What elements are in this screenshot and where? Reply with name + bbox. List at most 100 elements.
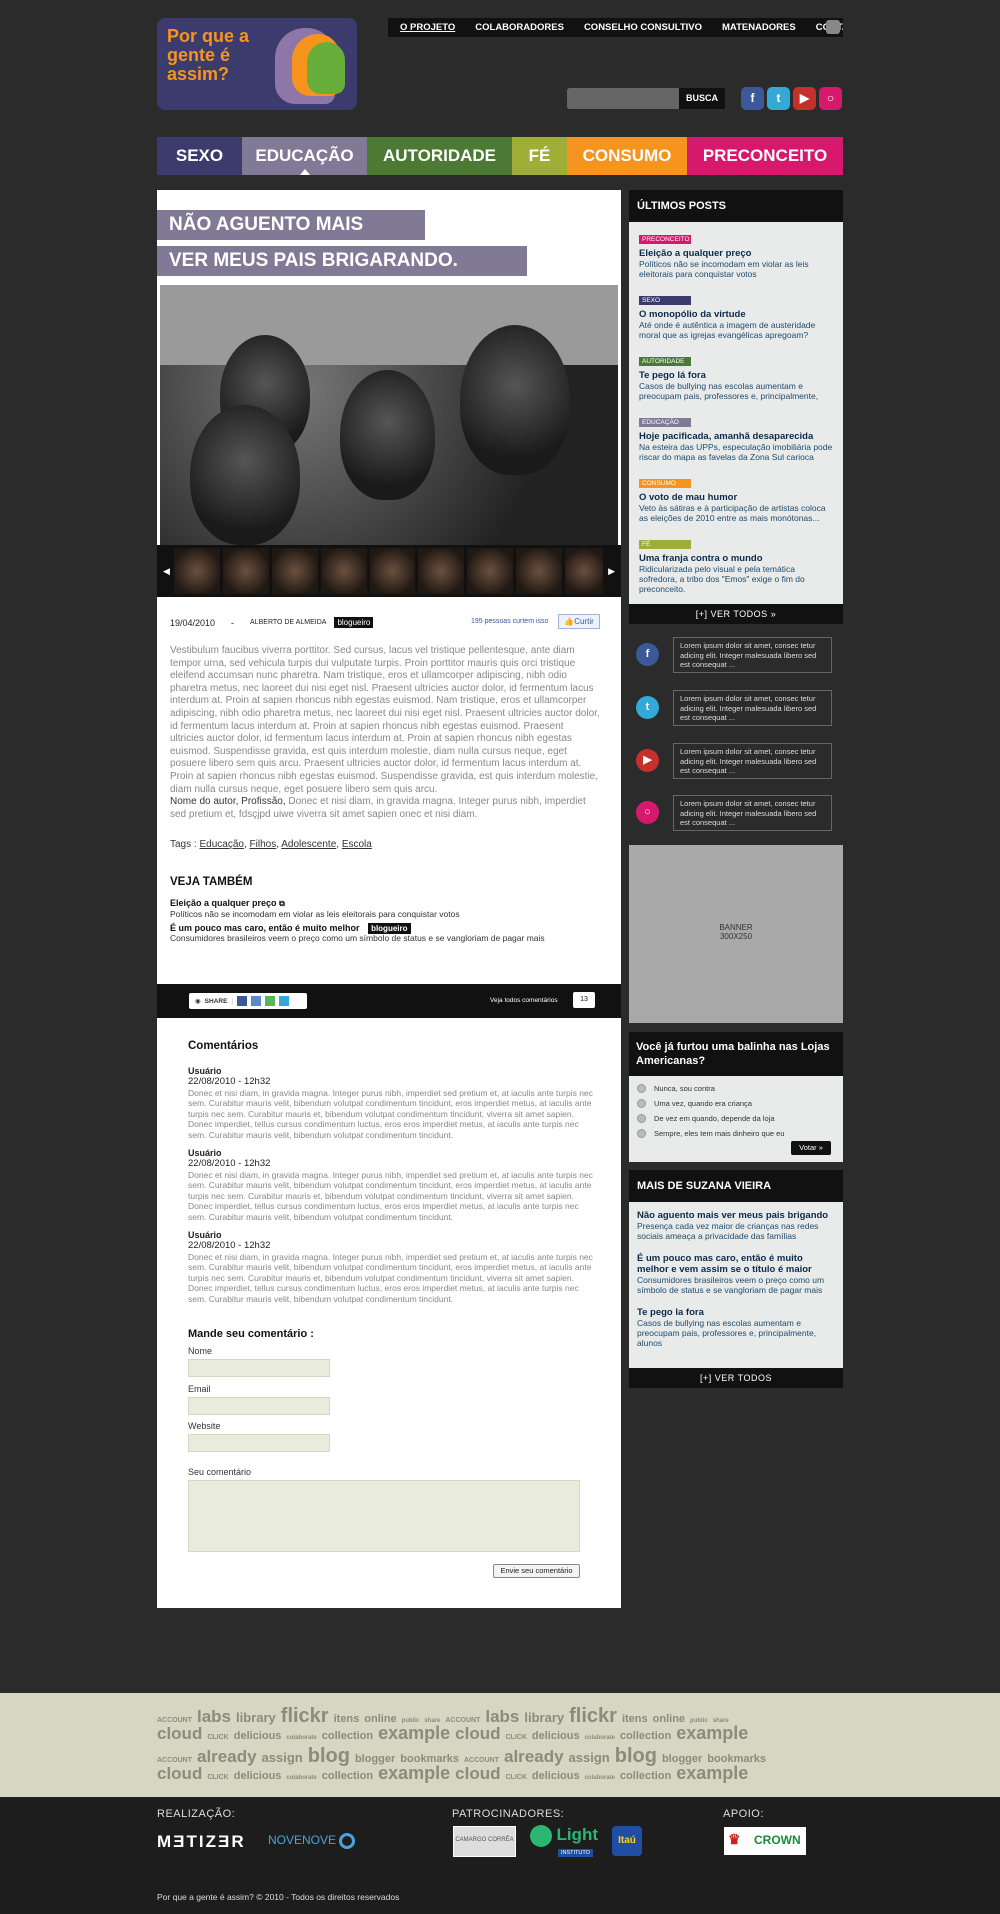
- cloud-tag[interactable]: delicious: [234, 1730, 282, 1742]
- submit-comment-button[interactable]: Envie seu comentário: [493, 1563, 580, 1578]
- cloud-tag[interactable]: cloud: [157, 1764, 202, 1783]
- youtube-icon[interactable]: ▶: [793, 87, 816, 110]
- website-field[interactable]: [188, 1434, 330, 1453]
- thumbnail[interactable]: [222, 548, 269, 594]
- top-nav-matenadores[interactable]: MATENADORES: [722, 22, 796, 33]
- latest-post-item[interactable]: EDUCAÇÃO Hoje pacificada, amanhã desapar…: [629, 405, 843, 466]
- search-input[interactable]: [567, 88, 679, 109]
- cat-fe[interactable]: FÉ: [512, 137, 567, 175]
- cloud-tag[interactable]: example: [676, 1763, 748, 1783]
- cloud-tag[interactable]: delicious: [532, 1730, 580, 1742]
- more-see-all-button[interactable]: [+] VER TODOS: [629, 1368, 843, 1388]
- more-post-title[interactable]: É um pouco mas caro, então é muito melho…: [637, 1253, 835, 1275]
- comment-user[interactable]: Usuário: [188, 1148, 598, 1158]
- tag-link[interactable]: Adolescente: [281, 839, 336, 850]
- light-logo[interactable]: Light INSTITUTO: [530, 1825, 600, 1859]
- thumbnail[interactable]: [565, 548, 604, 594]
- top-nav-projeto[interactable]: O PROJETO: [400, 22, 455, 33]
- orkut-icon[interactable]: ○: [819, 87, 842, 110]
- site-logo[interactable]: Por que a gente é assim?: [157, 18, 357, 110]
- latest-post-item[interactable]: FÉ Uma franja contra o mundo Ridiculariz…: [629, 527, 843, 598]
- twitter-icon[interactable]: t: [636, 696, 659, 719]
- facebook-icon[interactable]: f: [741, 87, 764, 110]
- crown-logo[interactable]: ♛ CROWN: [724, 1827, 806, 1855]
- matizar-logo[interactable]: MƎTIZƎR: [157, 1832, 246, 1852]
- post-title[interactable]: O voto de mau humor: [639, 492, 833, 503]
- cloud-tag[interactable]: CLICK: [506, 1734, 527, 1741]
- thumbnail[interactable]: [516, 548, 563, 594]
- cat-autoridade[interactable]: AUTORIDADE: [367, 137, 512, 175]
- top-nav-colaboradores[interactable]: COLABORADORES: [475, 22, 564, 33]
- post-title[interactable]: Uma franja contra o mundo: [639, 553, 833, 564]
- cloud-tag[interactable]: colaborate: [585, 1775, 615, 1781]
- poll-option[interactable]: Nunca, sou contra: [637, 1081, 835, 1096]
- radio-icon[interactable]: [637, 1084, 646, 1093]
- see-also-item-title[interactable]: Eleição a qualquer preço ⧉: [170, 898, 590, 909]
- comment-user[interactable]: Usuário: [188, 1230, 598, 1240]
- cat-educacao[interactable]: EDUCAÇÃO: [242, 137, 367, 175]
- more-post-title[interactable]: Te pego la fora: [637, 1307, 835, 1318]
- cloud-tag[interactable]: example: [378, 1763, 450, 1783]
- youtube-icon[interactable]: ▶: [636, 749, 659, 772]
- comment-textarea[interactable]: [188, 1479, 580, 1552]
- cloud-tag[interactable]: CLICK: [207, 1774, 228, 1781]
- radio-icon[interactable]: [637, 1114, 646, 1123]
- orkut-icon[interactable]: ○: [636, 801, 659, 824]
- poll-option[interactable]: Uma vez, quando era criança: [637, 1096, 835, 1111]
- cloud-tag[interactable]: cloud: [157, 1724, 202, 1743]
- cat-sexo[interactable]: SEXO: [157, 137, 242, 175]
- share-widget[interactable]: ◉ SHARE |: [189, 993, 307, 1009]
- latest-post-item[interactable]: PRECONCEITO Eleição a qualquer preço Pol…: [629, 222, 843, 283]
- name-field[interactable]: [188, 1359, 330, 1378]
- share-twitter-icon[interactable]: [279, 996, 290, 1006]
- cloud-tag[interactable]: delicious: [234, 1770, 282, 1782]
- thumbnail[interactable]: [320, 548, 367, 594]
- cloud-tag[interactable]: delicious: [532, 1770, 580, 1782]
- latest-post-item[interactable]: SEXO O monopólio da virtude Até onde é a…: [629, 283, 843, 344]
- share-google-icon[interactable]: [265, 996, 276, 1006]
- latest-post-item[interactable]: AUTORIDADE Te pego lá fora Casos de bull…: [629, 344, 843, 405]
- see-also-item-title[interactable]: É um pouco mas caro, então é muito melho…: [170, 923, 590, 934]
- latest-post-item[interactable]: CONSUMO O voto de mau humor Veto às sáti…: [629, 466, 843, 527]
- share-facebook-icon[interactable]: [237, 996, 248, 1006]
- thumbnail[interactable]: [173, 548, 220, 594]
- more-post-title[interactable]: Não aguento mais ver meus pais brigando: [637, 1210, 835, 1221]
- cloud-tag[interactable]: collection: [620, 1730, 671, 1742]
- cloud-tag[interactable]: CLICK: [207, 1734, 228, 1741]
- comment-count-badge[interactable]: 13: [573, 992, 595, 1008]
- cloud-tag[interactable]: cloud: [455, 1724, 500, 1743]
- email-field[interactable]: [188, 1396, 330, 1415]
- ad-banner[interactable]: BANNER 300X250: [629, 845, 843, 1023]
- itau-logo[interactable]: Itaú: [612, 1826, 642, 1856]
- tag-link[interactable]: Filhos: [250, 839, 277, 850]
- radio-icon[interactable]: [637, 1099, 646, 1108]
- article-author[interactable]: ALBERTO DE ALMEIDA: [250, 619, 326, 626]
- cloud-tag[interactable]: collection: [322, 1730, 373, 1742]
- thumbnail[interactable]: [467, 548, 514, 594]
- cat-preconceito[interactable]: PRECONCEITO: [687, 137, 843, 175]
- thumbnail[interactable]: [418, 548, 465, 594]
- thumb-prev-icon[interactable]: ◀: [163, 566, 170, 577]
- cloud-tag[interactable]: example: [378, 1723, 450, 1743]
- twitter-icon[interactable]: t: [767, 87, 790, 110]
- poll-option[interactable]: Sempre, eles tem mais dinheiro que eu: [637, 1126, 835, 1141]
- search-button[interactable]: BUSCA: [679, 88, 725, 109]
- tag-link[interactable]: Educação: [199, 839, 243, 850]
- rss-icon[interactable]: [826, 20, 840, 34]
- cloud-tag[interactable]: collection: [620, 1770, 671, 1782]
- cloud-tag[interactable]: CLICK: [506, 1774, 527, 1781]
- novenove-logo[interactable]: NOVENOVE: [268, 1833, 356, 1849]
- like-button[interactable]: 👍Curtir: [558, 614, 600, 629]
- cloud-tag[interactable]: cloud: [455, 1764, 500, 1783]
- poll-option[interactable]: De vez em quando, depende da loja: [637, 1111, 835, 1126]
- view-comments-link[interactable]: Veja todos comentários: [490, 997, 558, 1004]
- post-title[interactable]: Hoje pacificada, amanhã desaparecida: [639, 431, 833, 442]
- camargo-correa-logo[interactable]: CAMARGO CORRÊA: [453, 1826, 516, 1857]
- cloud-tag[interactable]: colaborate: [585, 1735, 615, 1741]
- post-title[interactable]: Eleição a qualquer preço: [639, 248, 833, 259]
- comment-user[interactable]: Usuário: [188, 1066, 598, 1076]
- share-delicious-icon[interactable]: [251, 996, 262, 1006]
- latest-see-all-button[interactable]: [+] VER TODOS »: [629, 604, 843, 624]
- poll-vote-button[interactable]: Votar »: [791, 1141, 831, 1155]
- cloud-tag[interactable]: colaborate: [286, 1735, 316, 1741]
